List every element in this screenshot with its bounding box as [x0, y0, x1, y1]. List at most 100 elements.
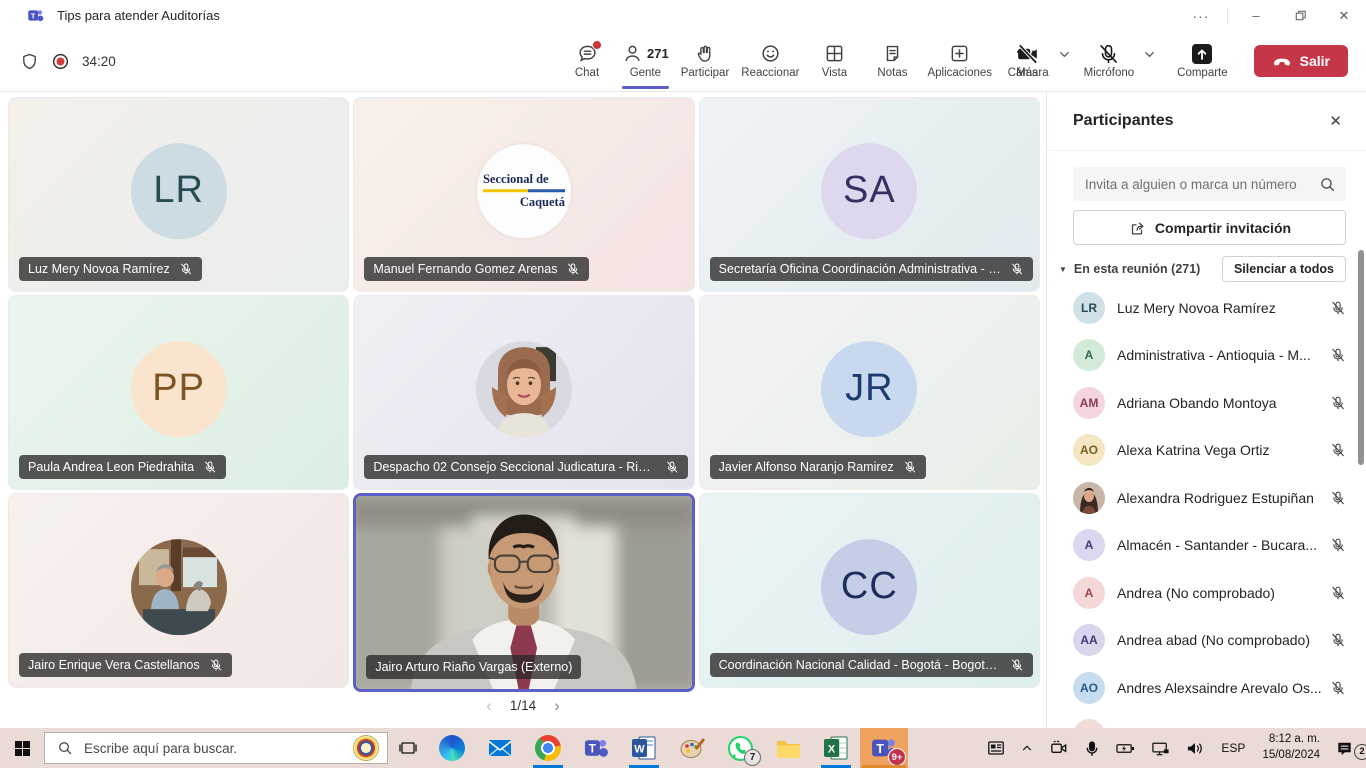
taskbar-chrome-button[interactable]	[524, 728, 572, 768]
photo-avatar	[1073, 482, 1105, 514]
participant-name-pill: Luz Mery Novoa Ramírez	[19, 257, 202, 281]
tab-participar[interactable]: Participar	[675, 31, 736, 91]
avatar: LR	[1073, 292, 1105, 324]
grid-pagination: ‹ 1/14 ›	[0, 697, 1046, 714]
avatar: AO	[1073, 672, 1105, 704]
section-collapse-icon[interactable]: ▼	[1059, 265, 1067, 274]
participant-row[interactable]: AM Adriana Obando Montoya	[1047, 379, 1366, 427]
video-tile-secretaria[interactable]: SA Secretaría Oficina Coordinación Admin…	[699, 97, 1040, 292]
mic-off-icon	[1330, 442, 1346, 458]
taskbar-word-button[interactable]: W	[620, 728, 668, 768]
camera-chevron-icon[interactable]	[1057, 47, 1072, 62]
participant-row-partial[interactable]	[1047, 712, 1366, 729]
participant-name-pill: Manuel Fernando Gomez Arenas	[364, 257, 589, 281]
participant-name-pill: Despacho 02 Consejo Seccional Judicatura…	[364, 455, 687, 479]
task-view-button[interactable]	[388, 728, 428, 768]
hangup-icon	[1272, 55, 1292, 67]
taskbar-edge-button[interactable]	[428, 728, 476, 768]
widgets-news-button[interactable]	[979, 738, 1013, 758]
svg-text:X: X	[828, 744, 836, 756]
video-tile-jairo-enrique[interactable]: Jairo Enrique Vera Castellanos	[8, 493, 349, 688]
language-indicator[interactable]: ESP	[1213, 741, 1253, 755]
page-indicator: 1/14	[510, 698, 536, 713]
mic-off-icon	[1330, 537, 1346, 553]
taskbar-excel-button[interactable]: X	[812, 728, 860, 768]
camera-off-icon	[1015, 43, 1041, 65]
taskbar-teams-button[interactable]	[572, 728, 620, 768]
avatar	[1073, 719, 1105, 728]
participant-row[interactable]: A Andrea (No comprobado)	[1047, 569, 1366, 617]
restore-button[interactable]	[1278, 0, 1322, 31]
taskbar-whatsapp-button[interactable]: 7	[716, 728, 764, 768]
participant-row[interactable]: Alexandra Rodriguez Estupiñan	[1047, 474, 1366, 522]
raise-hand-icon	[694, 43, 715, 64]
mic-off-icon	[566, 262, 580, 276]
avatar: AM	[1073, 387, 1105, 419]
avatar-initials: LR	[131, 143, 227, 239]
share-invitation-button[interactable]: Compartir invitación	[1073, 210, 1346, 245]
close-button[interactable]: ✕	[1322, 0, 1366, 31]
panel-close-button[interactable]: ✕	[1325, 108, 1346, 134]
minimize-button[interactable]: –	[1234, 0, 1278, 31]
avatar-initials: PP	[131, 341, 227, 437]
video-tile-javier[interactable]: JR Javier Alfonso Naranjo Ramirez	[699, 295, 1040, 490]
task-view-icon	[398, 738, 418, 758]
tray-battery-icon[interactable]	[1108, 739, 1143, 758]
taskbar-search-box[interactable]	[44, 732, 388, 764]
invite-search-input[interactable]	[1083, 176, 1319, 193]
avatar-initials: SA	[821, 143, 917, 239]
paint-icon	[679, 735, 705, 761]
tray-volume-icon[interactable]	[1178, 739, 1213, 758]
video-tile-luz-mery[interactable]: LR Luz Mery Novoa Ramírez	[8, 97, 349, 292]
panel-scrollbar-thumb[interactable]	[1358, 250, 1364, 465]
participant-row[interactable]: AO Alexa Katrina Vega Ortiz	[1047, 427, 1366, 475]
participant-row[interactable]: A Almacén - Santander - Bucara...	[1047, 522, 1366, 570]
taskbar-teams-active-button[interactable]: 9+	[860, 728, 908, 768]
share-screen-button[interactable]: Comparte	[1177, 43, 1228, 80]
taskbar-search-input[interactable]	[82, 740, 345, 757]
video-tile-coordinacion[interactable]: CC Coordinación Nacional Calidad - Bogot…	[699, 493, 1040, 688]
svg-text:W: W	[634, 744, 645, 756]
taskbar-mail-button[interactable]	[476, 728, 524, 768]
mute-all-button[interactable]: Silenciar a todos	[1222, 256, 1346, 282]
start-button[interactable]	[0, 728, 44, 768]
mic-off-icon	[1330, 680, 1346, 696]
tab-chat[interactable]: Chat	[558, 31, 616, 91]
participant-row[interactable]: A Administrativa - Antioquia - M...	[1047, 332, 1366, 380]
taskbar-paint-button[interactable]	[668, 728, 716, 768]
window-titlebar: Tips para atender Auditorías ··· – ✕	[0, 0, 1366, 32]
participant-row[interactable]: AA Andrea abad (No comprobado)	[1047, 617, 1366, 665]
tab-reaccionar[interactable]: Reaccionar	[735, 31, 805, 91]
microphone-button[interactable]: Micrófono	[1084, 43, 1135, 80]
tab-gente[interactable]: 271 Gente	[616, 31, 675, 91]
people-count: 271	[647, 46, 669, 61]
leave-button[interactable]: Salir	[1254, 45, 1348, 77]
system-tray: ESP 8:12 a. m. 15/08/2024 2	[979, 728, 1366, 768]
video-tile-manuel[interactable]: Seccional de Caquetá Manuel Fernando Gom…	[353, 97, 694, 292]
previous-page-button[interactable]: ‹	[486, 697, 492, 714]
video-tile-jairo-arturo-active-speaker[interactable]: Jairo Arturo Riaño Vargas (Externo)	[353, 493, 694, 692]
camera-button[interactable]: Cámara	[1008, 43, 1049, 80]
next-page-button[interactable]: ›	[554, 697, 560, 714]
tray-network-icon[interactable]	[1143, 739, 1178, 758]
in-meeting-count-label: En esta reunión (271)	[1074, 262, 1200, 276]
notes-icon	[882, 43, 903, 64]
tray-mic-icon[interactable]	[1076, 739, 1108, 758]
mic-chevron-icon[interactable]	[1142, 47, 1157, 62]
tray-camera-icon[interactable]	[1041, 738, 1076, 758]
tab-notas[interactable]: Notas	[863, 31, 921, 91]
taskbar-clock[interactable]: 8:12 a. m. 15/08/2024	[1253, 732, 1329, 763]
tab-aplicaciones[interactable]: Aplicaciones	[921, 31, 998, 91]
taskbar-explorer-button[interactable]	[764, 728, 812, 768]
participant-row[interactable]: LR Luz Mery Novoa Ramírez	[1047, 284, 1366, 332]
video-tile-paula[interactable]: PP Paula Andrea Leon Piedrahita	[8, 295, 349, 490]
tab-vista[interactable]: Vista	[805, 31, 863, 91]
titlebar-more-button[interactable]: ···	[1181, 8, 1221, 24]
tray-chevron-button[interactable]	[1013, 741, 1041, 755]
participant-row[interactable]: AO Andres Alexsaindre Arevalo Os...	[1047, 664, 1366, 712]
invite-search-box[interactable]	[1073, 167, 1346, 201]
notification-center-button[interactable]: 2	[1329, 739, 1366, 758]
colombia-emblem-icon	[353, 735, 379, 761]
mic-off-icon	[1097, 42, 1121, 65]
video-tile-despacho[interactable]: Despacho 02 Consejo Seccional Judicatura…	[353, 295, 694, 490]
